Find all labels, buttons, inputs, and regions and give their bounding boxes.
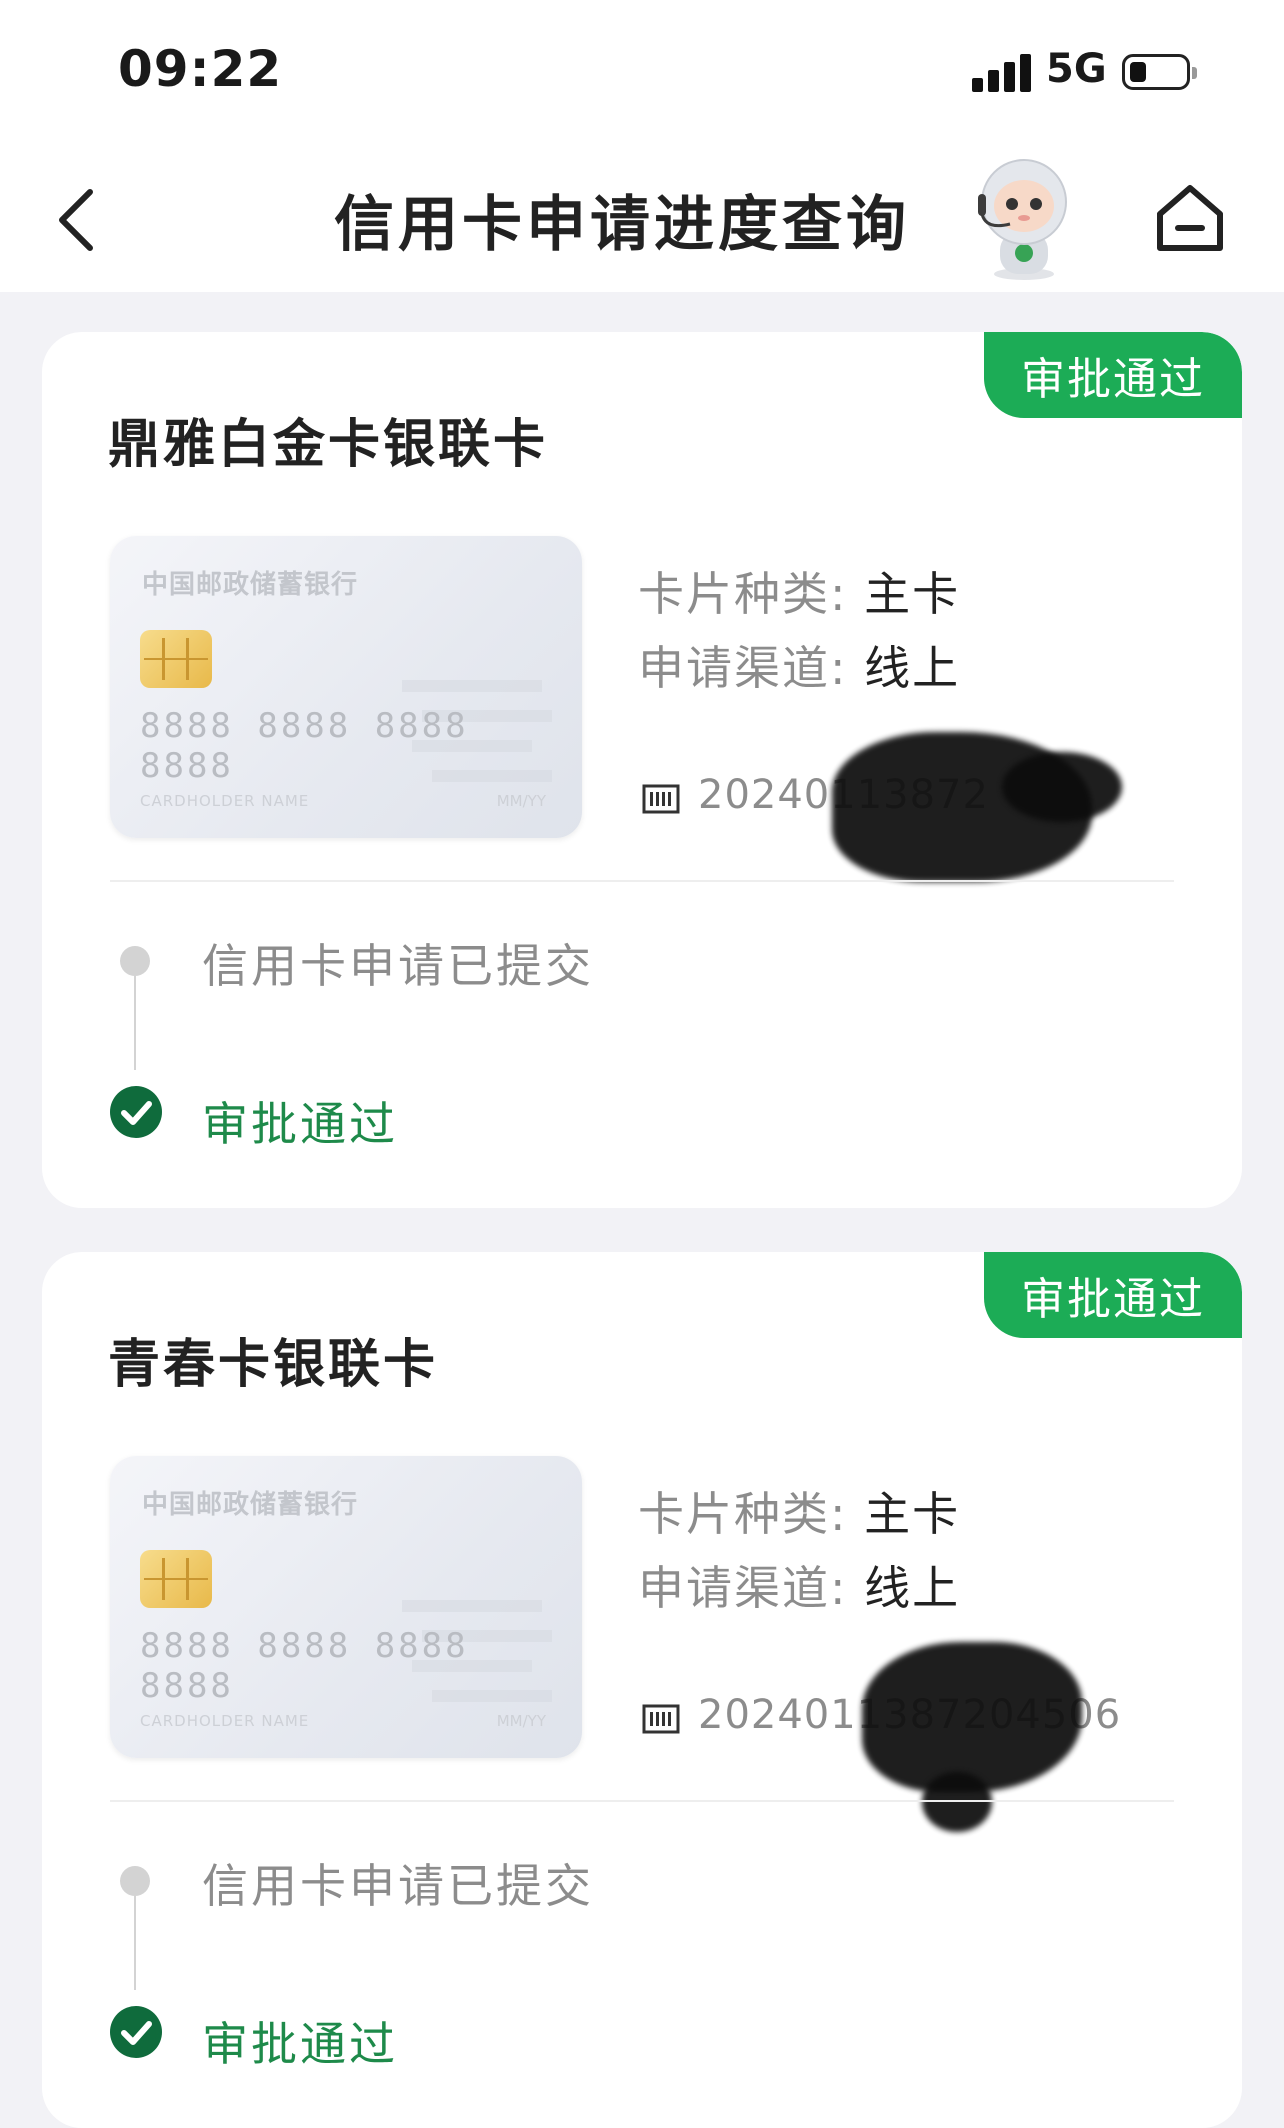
redaction-scribble (862, 1642, 1082, 1792)
card-type-value: 主卡 (864, 567, 961, 621)
back-button[interactable] (50, 180, 110, 260)
card-number-placeholder: 8888 8888 8888 8888 (140, 706, 469, 786)
status-bar: 09:22 5G (0, 0, 1284, 140)
status-badge: 审批通过 (984, 332, 1242, 418)
card-type-label: 卡片种类: (638, 567, 848, 621)
status-time: 09:22 (118, 40, 283, 98)
battery-icon (1122, 54, 1197, 90)
step-approved: 审批通过 (202, 2017, 398, 2071)
step-pending-dot (120, 946, 150, 976)
robot-assistant-icon (978, 159, 1067, 280)
divider (110, 1800, 1174, 1802)
chip-icon (140, 1550, 212, 1608)
expiry-placeholder: MM/YY (496, 792, 546, 810)
timeline-line (134, 976, 136, 1070)
nav-bar: 信用卡申请进度查询 (0, 140, 1284, 292)
network-type: 5G (1046, 46, 1107, 92)
cardholder-placeholder: CARDHOLDER NAME (140, 1712, 310, 1730)
channel-label: 申请渠道: (638, 1561, 848, 1615)
step-pending-dot (120, 1866, 150, 1896)
barcode-icon (642, 1704, 680, 1734)
step-submitted: 信用卡申请已提交 (202, 939, 594, 993)
barcode-icon (642, 784, 680, 814)
credit-card-image: 中国邮政储蓄银行 8888 8888 8888 8888 CARDHOLDER … (110, 536, 582, 838)
channel-label: 申请渠道: (638, 641, 848, 695)
application-card[interactable]: 审批通过 鼎雅白金卡银联卡 中国邮政储蓄银行 8888 8888 8888 88… (42, 332, 1242, 1208)
step-submitted: 信用卡申请已提交 (202, 1859, 594, 1913)
card-type-value: 主卡 (864, 1487, 961, 1541)
channel-value: 线上 (864, 641, 961, 695)
check-circle-icon (110, 1086, 162, 1138)
card-product-name: 青春卡银联卡 (108, 1335, 439, 1395)
card-type-row: 卡片种类: 主卡 (638, 558, 960, 624)
card-type-row: 卡片种类: 主卡 (638, 1478, 960, 1544)
redaction-scribble (1002, 752, 1122, 822)
application-card[interactable]: 审批通过 青春卡银联卡 中国邮政储蓄银行 8888 8888 8888 8888… (42, 1252, 1242, 2128)
step-approved: 审批通过 (202, 1097, 398, 1151)
card-product-name: 鼎雅白金卡银联卡 (108, 415, 549, 475)
credit-card-image: 中国邮政储蓄银行 8888 8888 8888 8888 CARDHOLDER … (110, 1456, 582, 1758)
home-button[interactable] (1154, 180, 1226, 254)
check-circle-icon (110, 2006, 162, 2058)
expiry-placeholder: MM/YY (496, 1712, 546, 1730)
status-badge: 审批通过 (984, 1252, 1242, 1338)
signal-icon (972, 52, 1034, 92)
cardholder-placeholder: CARDHOLDER NAME (140, 792, 310, 810)
chip-icon (140, 630, 212, 688)
channel-row: 申请渠道: 线上 (638, 632, 960, 698)
card-number-placeholder: 8888 8888 8888 8888 (140, 1626, 469, 1706)
redaction-scribble (922, 1772, 992, 1832)
channel-row: 申请渠道: 线上 (638, 1552, 960, 1618)
divider (110, 880, 1174, 882)
channel-value: 线上 (864, 1561, 961, 1615)
home-icon (1157, 185, 1223, 251)
page-title: 信用卡申请进度查询 (334, 190, 910, 260)
card-type-label: 卡片种类: (638, 1487, 848, 1541)
assistant-avatar[interactable] (966, 154, 1082, 284)
card-bank-name: 中国邮政储蓄银行 (142, 570, 359, 600)
chevron-left-icon (59, 189, 93, 251)
timeline-line (134, 1896, 136, 1990)
card-bank-name: 中国邮政储蓄银行 (142, 1490, 359, 1520)
